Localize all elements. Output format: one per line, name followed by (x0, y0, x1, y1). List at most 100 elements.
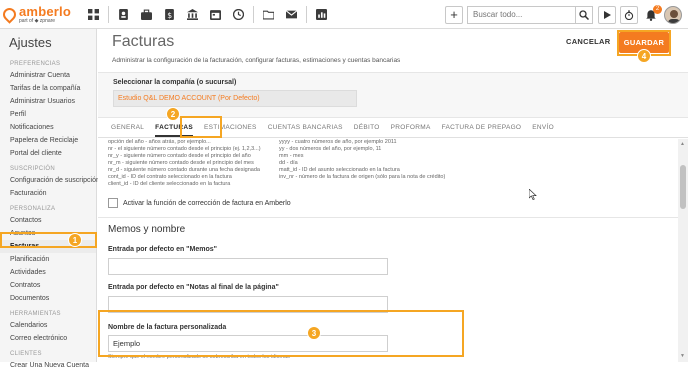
code-description: yy - dos números del año, por ejemplo, 1… (279, 146, 382, 152)
sidebar-item-planificacion[interactable]: Planificación (0, 253, 96, 266)
play-timer-button[interactable] (598, 5, 616, 24)
code-description: nr_y - siguiente número contado desde el… (108, 153, 251, 159)
nav-divider (253, 5, 254, 23)
code-description: opción del año - años atrás, por ejemplo… (108, 139, 211, 145)
cancel-button[interactable]: CANCELAR (566, 37, 610, 46)
section-divider (98, 217, 678, 218)
code-description: nr - el siguiente número contado desde e… (108, 146, 261, 152)
tab-debito[interactable]: DÉBITO (354, 118, 380, 137)
custom-name-hint: Siempre que el nombre personalizado se s… (108, 354, 290, 360)
code-line: client_id - ID del cliente seleccionado … (108, 181, 538, 188)
sidebar-item-documentos[interactable]: Documentos (0, 292, 96, 305)
sidebar-item-administrar-usuarios[interactable]: Administrar Usuarios (0, 95, 96, 108)
top-bar: amberlo part of ◆ zpnare $ + 2 (0, 0, 688, 29)
sidebar-item-portal-del-cliente[interactable]: Portal del cliente (0, 147, 96, 160)
sidebar-item-papelera-de-reciclaje[interactable]: Papelera de Reciclaje (0, 134, 96, 147)
reports-icon[interactable] (310, 0, 333, 29)
notification-badge: 2 (653, 4, 662, 14)
main-nav: $ (82, 0, 333, 29)
memos-label: Entrada por defecto en "Memos" (108, 246, 217, 253)
sidebar-item-calendarios[interactable]: Calendarios (0, 319, 96, 332)
scroll-down-icon[interactable]: ▼ (680, 353, 685, 359)
callout-2: 2 (166, 107, 180, 121)
tab-factura-de-prepago[interactable]: FACTURA DE PREPAGO (442, 118, 522, 137)
tab-general[interactable]: GENERAL (111, 118, 144, 137)
content-scrollbar[interactable]: ▲ ▼ (678, 139, 688, 362)
search-button[interactable] (575, 5, 593, 24)
tab-proforma[interactable]: PROFORMA (391, 118, 431, 137)
nav-divider (306, 5, 307, 23)
correction-checkbox[interactable] (108, 198, 118, 208)
code-line: nr - el siguiente número contado desde e… (108, 146, 538, 153)
callout-4: 4 (637, 49, 651, 63)
code-description: nr_d - siguiente número contado durante … (108, 167, 260, 173)
sidebar-item-facturacion[interactable]: Facturación (0, 187, 96, 200)
scroll-thumb[interactable] (680, 165, 686, 209)
calendar-icon[interactable] (204, 0, 227, 29)
amberlo-logo[interactable]: amberlo part of ◆ zpnare (0, 0, 80, 29)
notes-input[interactable] (108, 296, 388, 313)
main-panel: Facturas Administrar la configuración de… (98, 29, 688, 362)
section-title: Memos y nombre (108, 224, 186, 235)
sidebar-item-contratos[interactable]: Contratos (0, 279, 96, 292)
code-description: cont_id - ID del contrato seleccionado e… (108, 174, 232, 180)
company-select[interactable]: Estudio Q&L DEMO ACCOUNT (Por Defecto) (113, 90, 357, 107)
sidebar-item-actividades[interactable]: Actividades (0, 266, 96, 279)
tab-cuentas-bancarias[interactable]: CUENTAS BANCARIAS (268, 118, 343, 137)
sidebar-item-contactos[interactable]: Contactos (0, 214, 96, 227)
sidebar-item-correo-electronico[interactable]: Correo electrónico (0, 332, 96, 345)
code-line: nr_y - siguiente número contado desde el… (108, 153, 538, 160)
sidebar-item-perfil[interactable]: Perfil (0, 108, 96, 121)
add-button[interactable]: + (445, 5, 463, 24)
code-description: matt_id - ID del asunto seleccionado en … (279, 167, 400, 173)
sidebar-section-heading: HERRAMIENTAS (10, 311, 61, 317)
mail-icon[interactable] (280, 0, 303, 29)
briefcase-icon[interactable] (135, 0, 158, 29)
code-description: yyyy - cuatro números de año, por ejempl… (279, 139, 397, 145)
grid-icon[interactable] (82, 0, 105, 29)
sidebar-title: Ajustes (9, 35, 52, 50)
sidebar-item-administrar-cuenta[interactable]: Administrar Cuenta (0, 69, 96, 82)
settings-sidebar: Ajustes PREFERENCIAS Administrar Cuenta Ta… (0, 29, 100, 369)
tab-estimaciones[interactable]: ESTIMACIONES (204, 118, 257, 137)
sidebar-item-notificaciones[interactable]: Notificaciones (0, 121, 96, 134)
company-label: Seleccionar la compañía (o sucursal) (113, 79, 237, 86)
tab-content: opción del año - años atrás, por ejemplo… (98, 139, 678, 362)
notifications-button[interactable]: 2 (642, 4, 662, 24)
svg-text:$: $ (167, 10, 172, 19)
custom-name-input[interactable]: Ejemplo (108, 335, 388, 352)
code-line: opción del año - años atrás, por ejemplo… (108, 139, 538, 146)
logo-name: amberlo (19, 3, 71, 19)
code-description: nr_m - siguiente número contado desde el… (108, 160, 254, 166)
sidebar-section-heading: PERSONALIZA (10, 206, 56, 212)
scroll-up-icon[interactable]: ▲ (680, 141, 685, 147)
sidebar-item-crear-una-nueva-cuenta[interactable]: Crear Una Nueva Cuenta (0, 359, 96, 372)
search-input[interactable] (467, 5, 575, 24)
invoice-icon[interactable]: $ (158, 0, 181, 29)
sidebar-list: PREFERENCIAS Administrar Cuenta Tarifas de… (0, 55, 100, 372)
memos-input[interactable] (108, 258, 388, 275)
history-icon[interactable] (227, 0, 250, 29)
settings-tabs: GENERAL FACTURAS ESTIMACIONES CUENTAS BANCA… (98, 118, 688, 138)
play-icon (604, 10, 611, 19)
contacts-icon[interactable] (112, 0, 135, 29)
folder-icon[interactable] (257, 0, 280, 29)
sidebar-section-heading: CLIENTES (10, 351, 42, 357)
search-icon (579, 9, 589, 20)
numbering-codes-list: opción del año - años atrás, por ejemplo… (108, 139, 538, 188)
code-description: mm - mes (279, 153, 304, 159)
company-selector-panel: Seleccionar la compañía (o sucursal) Est… (98, 72, 688, 118)
tab-envio[interactable]: ENVÍO (532, 118, 554, 137)
nav-divider (108, 5, 109, 23)
notes-label: Entrada por defecto en "Notas al final d… (108, 284, 279, 291)
logo-sub: part of ◆ zpnare (19, 17, 56, 24)
page-description: Administrar la configuración de la factu… (112, 57, 401, 64)
stopwatch-icon (624, 10, 634, 20)
sidebar-item-configuracion-de-suscripcion[interactable]: Configuración de suscripción (0, 174, 100, 187)
avatar[interactable] (664, 5, 682, 24)
code-description: dd - día (279, 160, 298, 166)
sidebar-item-tarifas-de-la-compania[interactable]: Tarifas de la compañía (0, 82, 96, 95)
bank-icon[interactable] (181, 0, 204, 29)
stopwatch-button[interactable] (620, 5, 638, 24)
sidebar-section-heading: PREFERENCIAS (10, 61, 61, 67)
